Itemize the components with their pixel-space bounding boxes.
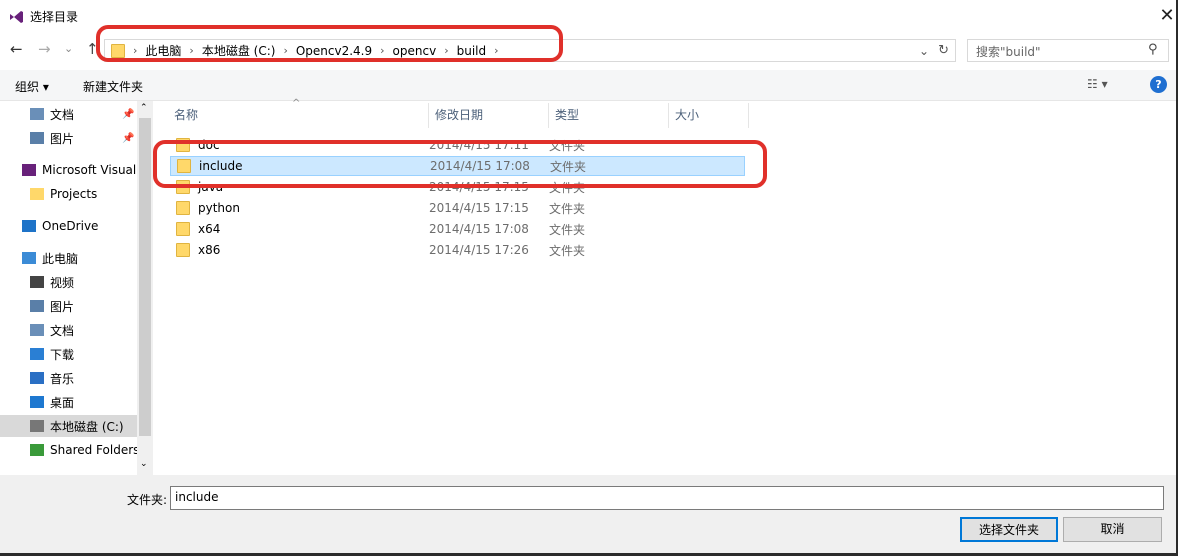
pin-icon[interactable]: 📌 bbox=[122, 109, 134, 120]
desktop-icon bbox=[30, 396, 44, 408]
column-header-name[interactable]: 名称 bbox=[168, 103, 429, 128]
sidebar-item[interactable]: 下载 bbox=[0, 343, 137, 365]
file-row[interactable]: x86 2014/4/15 17:26 文件夹 bbox=[170, 240, 745, 260]
select-folder-button[interactable]: 选择文件夹 bbox=[960, 517, 1058, 542]
window-title: 选择目录 bbox=[30, 10, 79, 24]
sidebar-item-label: 下载 bbox=[50, 347, 75, 362]
download-icon bbox=[30, 348, 44, 360]
sidebar-item-label: 文档 bbox=[50, 107, 75, 122]
highlight-annotation bbox=[96, 25, 563, 62]
sidebar-item-label: Projects bbox=[50, 187, 98, 201]
sidebar-item-label: 本地磁盘 (C:) bbox=[50, 419, 124, 434]
sidebar-item[interactable]: 视频 bbox=[0, 271, 137, 293]
video-icon bbox=[30, 276, 44, 288]
pictures-icon bbox=[30, 300, 44, 312]
network-drive-icon bbox=[30, 444, 44, 456]
sidebar-item-label: 文档 bbox=[50, 323, 75, 338]
column-header-date[interactable]: 修改日期 bbox=[429, 103, 549, 128]
sidebar-item[interactable]: 音乐 bbox=[0, 367, 137, 389]
sidebar-item-label: OneDrive bbox=[42, 219, 99, 233]
folder-icon bbox=[176, 222, 190, 236]
music-icon bbox=[30, 372, 44, 384]
sidebar-item[interactable]: OneDrive bbox=[0, 215, 137, 237]
sidebar-item[interactable]: 图片 bbox=[0, 295, 137, 317]
onedrive-icon bbox=[22, 220, 36, 232]
new-folder-button[interactable]: 新建文件夹 bbox=[83, 78, 143, 95]
sidebar-item[interactable]: Projects bbox=[0, 183, 137, 205]
sidebar-item-label: Shared Folders bbox=[50, 443, 137, 457]
recent-locations-button[interactable]: ⌄ bbox=[64, 42, 73, 55]
column-header-type[interactable]: 类型 bbox=[549, 103, 669, 128]
sidebar-item[interactable]: 桌面 bbox=[0, 391, 137, 413]
scroll-down-button[interactable]: ⌄ bbox=[140, 459, 148, 469]
drive-icon bbox=[30, 420, 44, 432]
navigation-pane: 文档 📌 图片 📌 Microsoft Visual Projects OneDrive 此电… bbox=[0, 101, 137, 475]
view-options-button[interactable]: ☷ ▾ bbox=[1087, 77, 1108, 91]
sidebar-item[interactable]: Microsoft Visual bbox=[0, 159, 137, 181]
scroll-up-button[interactable]: ⌃ bbox=[140, 103, 148, 113]
forward-button[interactable]: → bbox=[38, 40, 51, 58]
sidebar-item[interactable]: 文档 bbox=[0, 319, 137, 341]
help-button[interactable]: ? bbox=[1150, 76, 1167, 93]
back-button[interactable]: ← bbox=[10, 40, 23, 58]
folder-label: 文件夹: bbox=[127, 493, 168, 507]
sidebar-item-label: 图片 bbox=[50, 299, 75, 314]
file-date: 2014/4/15 17:15 bbox=[429, 201, 529, 215]
file-type: 文件夹 bbox=[549, 222, 586, 237]
folder-name-input[interactable]: include bbox=[170, 486, 1164, 510]
sidebar-item[interactable]: 此电脑 bbox=[0, 247, 137, 269]
cancel-button[interactable]: 取消 bbox=[1063, 517, 1162, 542]
file-type: 文件夹 bbox=[549, 243, 586, 258]
pin-icon[interactable]: 📌 bbox=[122, 133, 134, 144]
visual-studio-icon bbox=[22, 164, 36, 176]
file-date: 2014/4/15 17:26 bbox=[429, 243, 529, 257]
visual-studio-icon bbox=[10, 10, 23, 23]
file-date: 2014/4/15 17:08 bbox=[429, 222, 529, 236]
pictures-icon bbox=[30, 132, 44, 144]
toolbar: 组织 ▾ 新建文件夹 ☷ ▾ ? bbox=[0, 70, 1176, 101]
sidebar-item-label: 图片 bbox=[50, 131, 75, 146]
sidebar-item-label: 音乐 bbox=[50, 371, 75, 386]
sidebar-item-label: 视频 bbox=[50, 275, 75, 290]
highlight-annotation bbox=[153, 140, 767, 188]
column-header-size[interactable]: 大小 bbox=[669, 103, 749, 128]
title-bar: 选择目录 bbox=[8, 8, 78, 25]
scrollbar-thumb[interactable] bbox=[139, 118, 151, 436]
sidebar-item[interactable]: Shared Folders bbox=[0, 439, 137, 461]
file-name: x86 bbox=[198, 243, 221, 257]
close-button[interactable]: ✕ bbox=[1152, 2, 1182, 30]
address-dropdown-button[interactable]: ⌄ bbox=[919, 44, 929, 58]
folder-icon bbox=[176, 201, 190, 215]
file-name: python bbox=[198, 201, 240, 215]
document-icon bbox=[30, 324, 44, 336]
sidebar-item[interactable]: 本地磁盘 (C:) bbox=[0, 415, 137, 437]
organize-button[interactable]: 组织 ▾ bbox=[15, 78, 49, 95]
document-icon bbox=[30, 108, 44, 120]
folder-icon bbox=[176, 243, 190, 257]
sidebar-item-label: Microsoft Visual bbox=[42, 163, 137, 177]
sidebar-item-label: 桌面 bbox=[50, 395, 75, 410]
sidebar-item[interactable]: 文档 📌 bbox=[0, 103, 137, 125]
search-icon: ⚲ bbox=[1148, 42, 1158, 57]
file-name: x64 bbox=[198, 222, 221, 236]
computer-icon bbox=[22, 252, 36, 264]
file-row[interactable]: python 2014/4/15 17:15 文件夹 bbox=[170, 198, 745, 218]
file-type: 文件夹 bbox=[549, 201, 586, 216]
search-input[interactable]: 搜索"build" bbox=[967, 39, 1169, 62]
sidebar-item-label: 此电脑 bbox=[42, 251, 79, 266]
refresh-button[interactable]: ↻ bbox=[938, 43, 949, 58]
file-row[interactable]: x64 2014/4/15 17:08 文件夹 bbox=[170, 219, 745, 239]
sidebar-item[interactable]: 图片 📌 bbox=[0, 127, 137, 149]
folder-icon bbox=[30, 188, 44, 200]
